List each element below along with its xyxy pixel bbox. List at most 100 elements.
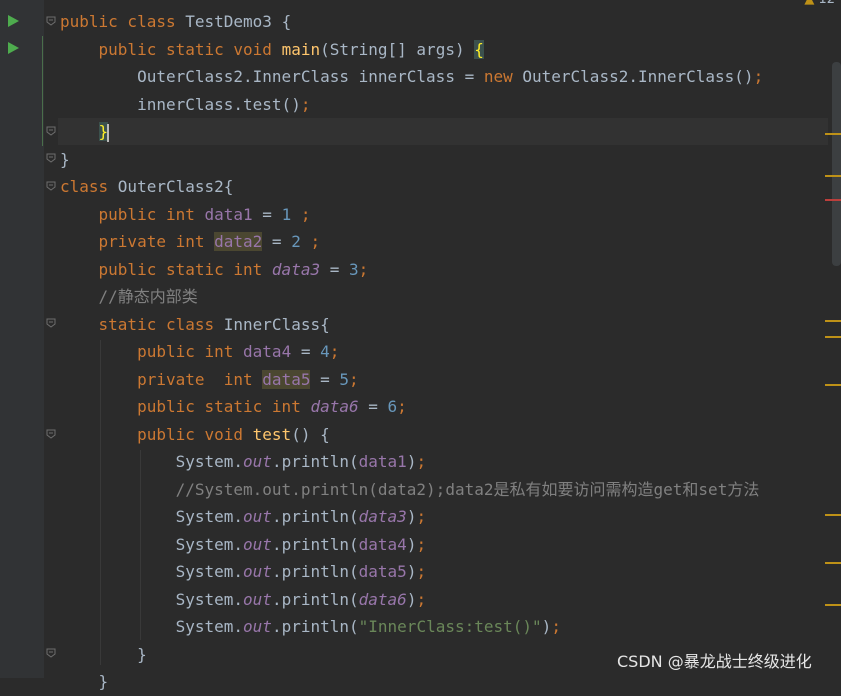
code-line[interactable]: public int data4 = 4;: [60, 338, 763, 366]
code-token: ;: [551, 617, 561, 636]
code-token: ;: [416, 452, 427, 471]
code-line[interactable]: public static int data6 = 6;: [60, 393, 763, 421]
warning-marker[interactable]: [825, 175, 841, 177]
code-token: ;: [358, 259, 369, 279]
watermark: CSDN @暴龙战士终级进化: [617, 652, 812, 671]
fold-toggle-icon[interactable]: [46, 153, 56, 163]
fold-toggle-icon[interactable]: [46, 318, 56, 328]
code-line[interactable]: public static int data3 = 3;: [60, 256, 763, 284]
warning-marker[interactable]: [825, 514, 841, 516]
code-line[interactable]: }: [60, 118, 763, 146]
warning-marker[interactable]: [825, 336, 841, 338]
code-line[interactable]: public static void main(String[] args) {: [60, 36, 763, 64]
code-token: OuterClass2.InnerClass(): [522, 67, 754, 86]
code-line[interactable]: public void test() {: [60, 421, 763, 449]
fold-toggle-icon[interactable]: [46, 126, 56, 136]
code-token: System.: [60, 534, 244, 554]
code-token: {: [474, 39, 484, 59]
fold-toggle-icon[interactable]: [46, 16, 56, 26]
code-line[interactable]: System.out.println(data1);: [60, 448, 763, 476]
code-token: ): [541, 617, 552, 636]
code-token: =: [252, 204, 282, 224]
code-line[interactable]: innerClass.test();: [60, 91, 763, 119]
code-line[interactable]: OuterClass2.InnerClass innerClass = new …: [60, 63, 763, 91]
code-line[interactable]: //System.out.println(data2);data2是私有如要访问…: [60, 476, 763, 504]
code-token: System.: [60, 452, 244, 471]
code-token: private int: [60, 369, 263, 389]
code-token: 3: [349, 259, 359, 279]
warning-marker[interactable]: [825, 320, 841, 322]
code-token: data4: [358, 534, 407, 554]
code-token: 是私有如要访问需构造: [493, 479, 654, 499]
code-token: public class: [60, 12, 186, 31]
code-line[interactable]: System.out.println(data6);: [60, 586, 763, 614]
code-token: ;: [397, 397, 407, 416]
code-token: public static int: [60, 397, 311, 416]
code-line[interactable]: static class InnerClass{: [60, 311, 763, 339]
code-token: ): [406, 589, 417, 609]
code-line[interactable]: System.out.println(data4);: [60, 531, 763, 559]
fold-toggle-icon[interactable]: [46, 181, 56, 191]
code-token: 4: [320, 342, 330, 361]
code-token: data3: [271, 259, 321, 279]
code-token: innerClass.test(): [60, 94, 301, 114]
code-token: out: [243, 589, 272, 609]
fold-toggle-icon[interactable]: [46, 648, 56, 658]
code-token: data1: [204, 204, 253, 224]
code-token: () {: [291, 424, 330, 444]
code-token: InnerClass{: [223, 314, 330, 334]
code-line[interactable]: private int data2 = 2 ;: [60, 228, 763, 256]
warning-marker[interactable]: [825, 562, 841, 564]
run-main-icon[interactable]: [8, 42, 19, 54]
code-token: data5: [358, 562, 407, 581]
code-token: ;: [753, 67, 764, 86]
code-token: public int: [60, 342, 244, 361]
code-line[interactable]: System.out.println("InnerClass:test()");: [60, 613, 763, 641]
code-token: }: [60, 672, 109, 691]
code-token: public static void: [60, 39, 282, 59]
code-token: =: [262, 232, 292, 251]
code-token: ;: [349, 369, 359, 389]
code-token: static class: [60, 314, 224, 334]
code-token: TestDemo3 {: [185, 12, 292, 31]
code-token: OuterClass2.InnerClass innerClass =: [60, 67, 484, 86]
code-token: data6: [358, 589, 407, 609]
run-class-icon[interactable]: [8, 15, 19, 27]
code-token: .println(: [271, 534, 359, 554]
code-token: class: [60, 177, 118, 196]
fold-column: [44, 0, 58, 678]
code-token: =: [310, 369, 340, 389]
code-line[interactable]: //静态内部类: [60, 283, 763, 311]
code-token: get: [653, 479, 683, 499]
fold-toggle-icon[interactable]: [46, 429, 56, 439]
code-line[interactable]: }: [60, 146, 763, 174]
code-line[interactable]: System.out.println(data3);: [60, 503, 763, 531]
code-editor[interactable]: public class TestDemo3 { public static v…: [60, 8, 763, 696]
code-line[interactable]: }: [60, 668, 763, 696]
warning-marker[interactable]: [825, 133, 841, 135]
code-line[interactable]: public int data1 = 1 ;: [60, 201, 763, 229]
warning-icon: ▲: [804, 0, 814, 7]
inspection-status[interactable]: ▲ 12: [804, 0, 835, 7]
code-token: out: [243, 507, 272, 526]
code-token: public void: [60, 424, 253, 444]
code-line[interactable]: System.out.println(data5);: [60, 558, 763, 586]
warning-marker[interactable]: [825, 384, 841, 386]
change-marker: [42, 36, 43, 146]
code-token: .println(: [271, 617, 359, 636]
code-token: =: [320, 259, 349, 279]
code-token: .println(: [271, 589, 359, 609]
code-line[interactable]: class OuterClass2{: [60, 173, 763, 201]
code-token: ): [406, 507, 417, 526]
code-token: data6: [310, 397, 359, 416]
code-line[interactable]: public class TestDemo3 {: [60, 8, 763, 36]
error-marker[interactable]: [825, 199, 841, 201]
code-token: .println(: [271, 507, 359, 526]
scrollbar-thumb[interactable]: [832, 62, 841, 266]
warning-marker[interactable]: [825, 604, 841, 606]
code-token: .println(: [271, 452, 359, 471]
code-token: ;: [300, 94, 311, 114]
code-token: public int: [60, 204, 205, 224]
code-token: 方法: [727, 479, 760, 499]
code-line[interactable]: private int data5 = 5;: [60, 366, 763, 394]
